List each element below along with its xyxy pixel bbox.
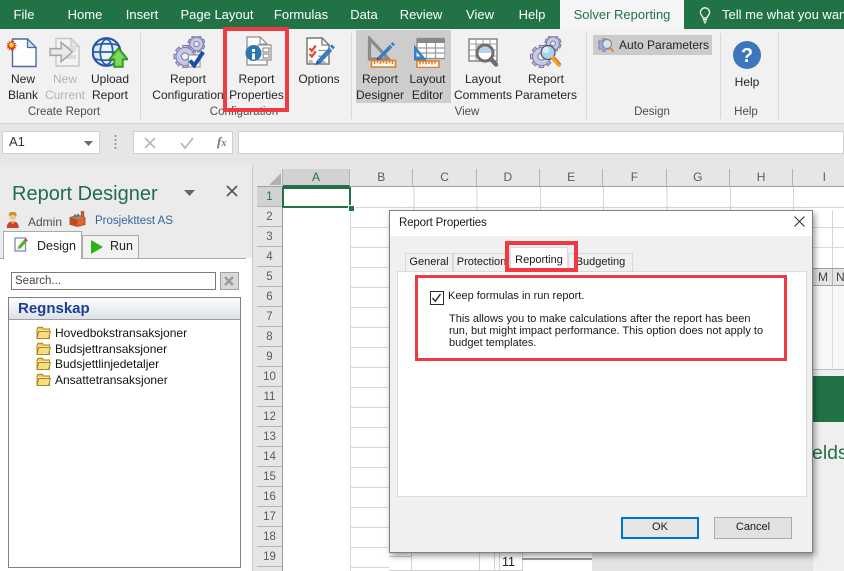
svg-text:?: ?: [741, 45, 753, 67]
